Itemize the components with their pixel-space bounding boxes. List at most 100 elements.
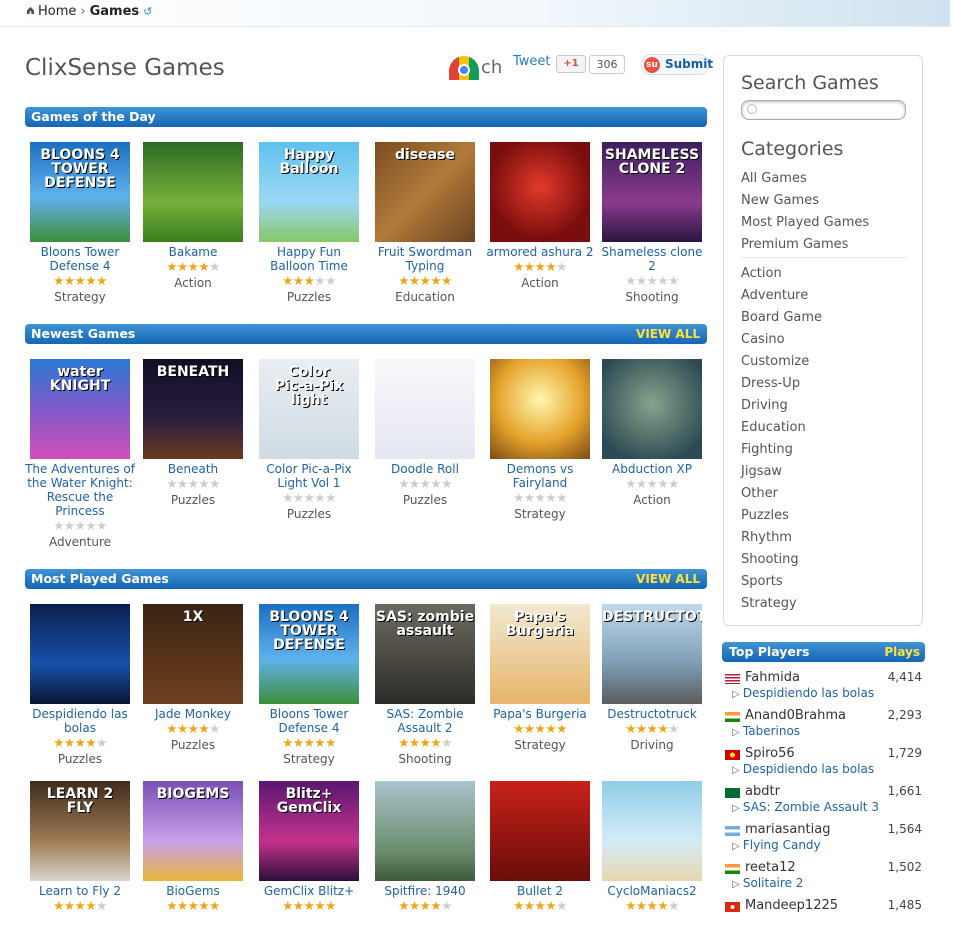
category-link[interactable]: Action [741,266,782,281]
rating-star-icon[interactable]: ★ [282,735,293,750]
game-rating[interactable]: ★★★★★ [484,899,596,913]
rating-star-icon[interactable]: ★ [647,898,658,913]
rating-star-icon[interactable]: ★ [441,735,452,750]
rating-star-icon[interactable]: ★ [524,898,535,913]
rating-star-icon[interactable]: ★ [282,898,293,913]
player-game-link[interactable]: Despidiendo las bolas [732,686,874,700]
game-name-link[interactable]: Shameless clone 2 [596,245,708,273]
rating-star-icon[interactable]: ★ [53,273,64,288]
category-link[interactable]: Strategy [741,596,797,611]
category-link[interactable]: Casino [741,332,785,347]
game-tile[interactable]: Spitfire: 1940 ★★★★★ [369,781,481,913]
category-link[interactable]: Premium Games [741,237,848,252]
rating-star-icon[interactable]: ★ [441,273,452,288]
game-name-link[interactable]: Papa's Burgeria [484,707,596,721]
rating-star-icon[interactable]: ★ [420,898,431,913]
rating-star-icon[interactable]: ★ [647,721,658,736]
player-name-link[interactable]: Mandeep1225 [745,898,838,913]
category-link[interactable]: Adventure [741,288,808,303]
game-thumbnail[interactable] [30,604,130,704]
rating-star-icon[interactable]: ★ [293,898,304,913]
rating-star-icon[interactable]: ★ [53,518,64,533]
google-plus-button[interactable]: +1 [556,55,586,73]
rating-star-icon[interactable]: ★ [282,273,293,288]
rating-star-icon[interactable]: ★ [177,898,188,913]
rating-star-icon[interactable]: ★ [556,721,567,736]
category-link[interactable]: Other [741,486,778,501]
tweet-button[interactable]: Tweet [513,54,551,69]
rating-star-icon[interactable]: ★ [75,735,86,750]
rating-star-icon[interactable]: ★ [209,476,220,491]
rating-star-icon[interactable]: ★ [282,490,293,505]
top-player-row[interactable]: reeta12 1,502 Solitaire 2 [724,860,924,898]
rating-star-icon[interactable]: ★ [668,721,679,736]
player-game-link[interactable]: Despidiendo las bolas [732,762,874,776]
game-name-link[interactable]: SAS: Zombie Assault 2 [369,707,481,735]
rating-star-icon[interactable]: ★ [325,898,336,913]
rating-star-icon[interactable]: ★ [293,735,304,750]
game-name-link[interactable]: Bullet 2 [484,884,596,898]
player-name-link[interactable]: mariasantiag [745,822,830,837]
rating-star-icon[interactable]: ★ [314,490,325,505]
rating-star-icon[interactable]: ★ [545,259,556,274]
rating-star-icon[interactable]: ★ [398,476,409,491]
player-name-link[interactable]: reeta12 [745,860,796,875]
game-tile[interactable]: Despidiendo las bolas ★★★★★ Puzzles [24,604,136,766]
game-tile[interactable]: DESTRUCTOTRUCKDestructotruck★★★★★Driving [596,604,708,752]
rating-star-icon[interactable]: ★ [53,898,64,913]
rating-star-icon[interactable]: ★ [545,721,556,736]
game-tile[interactable]: Abduction XP ★★★★★ Action [596,359,708,507]
game-tile[interactable]: BLOONS 4 TOWER DEFENSE Bloons Tower Defen… [253,604,365,766]
game-thumbnail[interactable]: BLOONS 4 TOWER DEFENSE [30,142,130,242]
game-tile[interactable]: 1X Jade Monkey ★★★★★ Puzzles [137,604,249,752]
rating-star-icon[interactable]: ★ [513,898,524,913]
rating-star-icon[interactable]: ★ [647,273,658,288]
game-rating[interactable]: ★★★★★ [369,899,481,913]
game-name-link[interactable]: Despidiendo las bolas [24,707,136,735]
game-tile[interactable]: Papa's Burgeria Papa's Burgeria ★★★★★ Strat… [484,604,596,752]
game-rating[interactable]: ★★★★★ [484,722,596,736]
top-player-row[interactable]: abdtr 1,661 SAS: Zombie Assault 3 [724,784,924,822]
rating-star-icon[interactable]: ★ [535,490,546,505]
top-player-row[interactable]: Mandeep1225 1,485 [724,898,924,936]
category-link[interactable]: Customize [741,354,809,369]
rating-star-icon[interactable]: ★ [556,259,567,274]
rating-star-icon[interactable]: ★ [430,735,441,750]
rating-star-icon[interactable]: ★ [636,721,647,736]
game-name-link[interactable]: Abduction XP [596,462,708,476]
category-link[interactable]: Board Game [741,310,822,325]
game-name-link[interactable]: armored ashura 2 [484,245,596,259]
rating-star-icon[interactable]: ★ [409,735,420,750]
rating-star-icon[interactable]: ★ [535,721,546,736]
category-link[interactable]: Rhythm [741,530,792,545]
rating-star-icon[interactable]: ★ [314,273,325,288]
game-tile[interactable]: SAS: zombie assault SAS: Zombie Assault 2… [369,604,481,766]
game-thumbnail[interactable]: Papa's Burgeria [490,604,590,704]
rating-star-icon[interactable]: ★ [556,490,567,505]
search-input[interactable] [741,100,906,120]
player-name-link[interactable]: Fahmida [745,670,800,685]
game-thumbnail[interactable] [375,359,475,459]
rating-star-icon[interactable]: ★ [177,259,188,274]
game-rating[interactable]: ★★★★★ [24,274,136,288]
rating-star-icon[interactable]: ★ [398,898,409,913]
rating-star-icon[interactable]: ★ [64,898,75,913]
game-thumbnail[interactable]: Blitz+ GemClix [259,781,359,881]
game-name-link[interactable]: Destructotruck [596,707,708,721]
player-name-link[interactable]: abdtr [745,784,780,799]
rating-star-icon[interactable]: ★ [409,476,420,491]
game-thumbnail[interactable] [602,359,702,459]
rating-star-icon[interactable]: ★ [188,721,199,736]
game-rating[interactable]: ★★★★★ [484,260,596,274]
top-player-row[interactable]: Anand0Brahma 2,293 Taberinos [724,708,924,746]
game-name-link[interactable]: Happy Fun Balloon Time [253,245,365,273]
stumbleupon-submit-button[interactable]: su Submit [641,54,713,75]
game-rating[interactable]: ★★★★★ [24,899,136,913]
rating-star-icon[interactable]: ★ [96,898,107,913]
top-player-row[interactable]: mariasantiag 1,564 Flying Candy [724,822,924,860]
rating-star-icon[interactable]: ★ [657,721,668,736]
rating-star-icon[interactable]: ★ [85,518,96,533]
game-tile[interactable]: disease Fruit Swordman Typing ★★★★★ Educati… [369,142,481,304]
rating-star-icon[interactable]: ★ [293,490,304,505]
rating-star-icon[interactable]: ★ [198,721,209,736]
